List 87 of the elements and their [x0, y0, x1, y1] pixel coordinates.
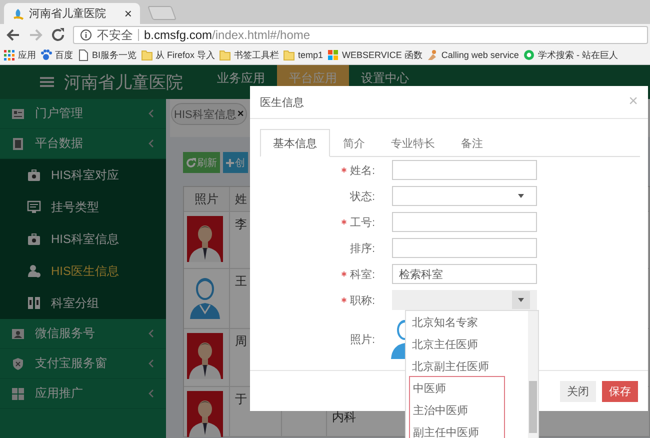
browser-tab[interactable]: 河南省儿童医院 × — [4, 3, 140, 24]
contact-card-icon — [11, 326, 25, 340]
grid-icon — [11, 386, 25, 400]
close-button[interactable]: 关闭 — [560, 380, 596, 402]
id-card-icon — [11, 106, 25, 120]
sidebar-item[interactable]: HIS科室信息 — [0, 223, 166, 255]
chevron-icon — [148, 329, 154, 338]
input-field[interactable] — [392, 212, 537, 232]
tab-title: 河南省儿童医院 — [29, 6, 107, 21]
plus-icon — [226, 158, 234, 166]
close-button[interactable]: × — [237, 108, 244, 120]
caret-icon — [518, 194, 524, 198]
input-field[interactable] — [392, 160, 537, 180]
sidebar-group[interactable]: 门户管理 — [0, 99, 166, 129]
monitor-icon — [27, 200, 41, 214]
security-label: 不安全 — [97, 26, 133, 44]
bookmark[interactable]: 书签工具栏 — [219, 48, 280, 62]
address-field[interactable]: 不安全 b.cmsfg.com/index.html#/home — [73, 26, 648, 44]
chevron-icon — [148, 389, 154, 398]
input-field[interactable] — [392, 238, 537, 258]
combo-box[interactable] — [392, 290, 537, 310]
figure-icon — [426, 49, 438, 61]
field-label: 职称: — [350, 294, 375, 308]
info-icon — [80, 29, 92, 41]
chevron-icon — [148, 139, 154, 148]
sidebar-item[interactable]: HIS科室对应 — [0, 159, 166, 191]
dropdown-option[interactable]: 北京副主任医师 — [409, 355, 528, 377]
sidebar-item[interactable]: HIS医生信息 — [0, 255, 166, 287]
bookmark[interactable]: 从 Firefox 导入 — [140, 48, 216, 62]
bookmark[interactable]: WEBSERVICE 函数 — [327, 48, 422, 62]
medkit-icon — [27, 168, 41, 182]
app-title: 河南省儿童医院 — [64, 72, 183, 94]
chevron-icon — [148, 359, 154, 368]
field-label: 科室: — [350, 268, 375, 282]
save-button[interactable]: 保存 — [602, 380, 638, 402]
field-label: 照片: — [350, 332, 375, 346]
bookmark[interactable]: 百度 — [40, 48, 73, 62]
page-icon — [77, 49, 89, 61]
book-icon — [11, 136, 25, 150]
folder-icon — [283, 49, 296, 61]
select-field[interactable] — [392, 186, 537, 206]
ring-icon — [522, 49, 535, 61]
input-field[interactable]: 检索科室 — [392, 264, 537, 284]
caret-icon — [518, 298, 524, 302]
bookmark[interactable]: BI服务一览 — [77, 48, 137, 62]
folder-icon — [219, 49, 232, 61]
field-label: 状态: — [350, 190, 375, 204]
sidebar-item[interactable]: 挂号类型 — [0, 191, 166, 223]
dropdown-option[interactable]: 主治中医师 — [410, 399, 504, 421]
field-label: 排序: — [350, 242, 375, 256]
chevron-icon — [148, 109, 154, 118]
dropdown-option[interactable]: 北京知名专家 — [409, 311, 528, 333]
tiles-icon — [327, 49, 340, 61]
user-icon — [27, 264, 41, 278]
tab[interactable]: 基本信息 — [260, 129, 330, 157]
field-label: 姓名: — [350, 164, 375, 178]
forward-icon[interactable] — [27, 27, 45, 43]
new-tab-button[interactable] — [147, 6, 177, 20]
close-button[interactable]: × — [124, 6, 132, 21]
tab[interactable]: 专业特长 — [378, 129, 448, 157]
apps-icon — [3, 49, 15, 61]
bookmark[interactable]: 学术搜索 - 站在巨人 — [522, 48, 618, 62]
dropdown-option[interactable]: 副主任中医师 — [410, 421, 504, 438]
sidebar-group[interactable]: 微信服务号 — [0, 319, 166, 349]
scrollbar-thumb[interactable] — [529, 381, 537, 433]
page-tab[interactable]: HIS科室信息× — [171, 103, 247, 125]
shield-icon — [11, 356, 25, 370]
tab[interactable]: 简介 — [330, 129, 378, 157]
dropdown-option[interactable]: 北京主任医师 — [409, 333, 528, 355]
bookmark[interactable]: Calling web service — [426, 49, 519, 61]
medkit-icon — [27, 232, 41, 246]
sidebar-item[interactable]: 科室分组 — [0, 287, 166, 319]
leaf-icon — [12, 8, 24, 20]
scrollbar[interactable] — [528, 311, 538, 438]
field-label: 工号: — [350, 216, 375, 230]
bookmark[interactable]: 应用 — [3, 48, 36, 62]
back-icon[interactable] — [4, 27, 22, 43]
menu-icon[interactable] — [40, 76, 54, 88]
bookmark[interactable]: temp1 — [283, 49, 324, 61]
column-header: 照片 — [184, 187, 230, 212]
sidebar-group[interactable]: 应用推广 — [0, 379, 166, 409]
refresh-icon — [186, 158, 196, 168]
columns-icon — [27, 296, 41, 310]
tab[interactable]: 备注 — [448, 129, 496, 157]
url-text: b.cmsfg.com/index.html#/home — [144, 28, 310, 42]
paw-icon — [40, 49, 52, 61]
folder-icon — [140, 49, 153, 61]
